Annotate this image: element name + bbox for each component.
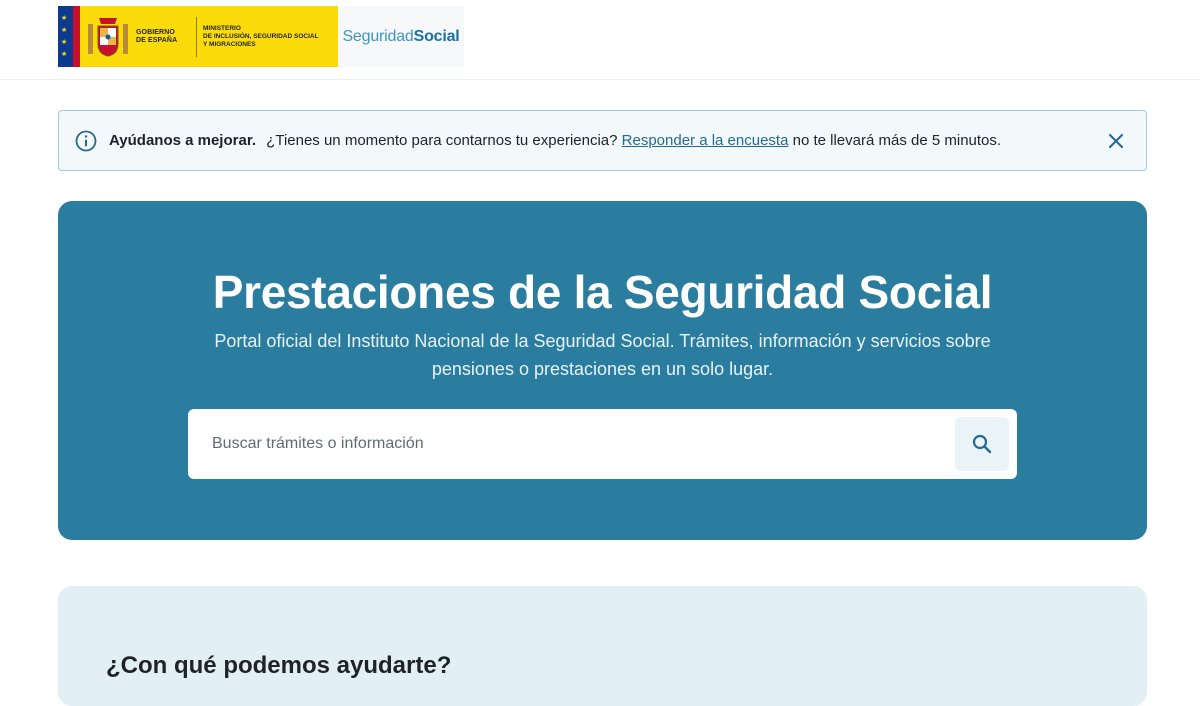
- search-bar: [188, 409, 1017, 479]
- gobierno-text: GOBIERNO DE ESPAÑA: [136, 28, 178, 44]
- government-logo[interactable]: ★ ★ ★ ★ GOBIERNO DE ESPAÑA MINISTERIO DE I: [58, 6, 338, 67]
- brand-part1: Seguridad: [342, 27, 414, 45]
- brand-part2: Social: [413, 27, 460, 45]
- page-title: Prestaciones de la Seguridad Social: [212, 266, 993, 318]
- close-icon: [1109, 133, 1123, 148]
- survey-time-note: no te llevará más de 5 minutos.: [792, 132, 1002, 149]
- close-banner-button[interactable]: [1104, 129, 1128, 153]
- survey-link[interactable]: Responder a la encuesta: [622, 132, 789, 149]
- search-button[interactable]: [955, 417, 1009, 471]
- hero-subtitle: Portal oficial del Instituto Nacional de…: [214, 331, 991, 379]
- survey-message: Ayúdanos a mejorar. ¿Tienes un momento p…: [109, 132, 1092, 149]
- search-input[interactable]: [212, 424, 955, 464]
- ministry-text: MINISTERIO DE INCLUSIÓN, SEGURIDAD SOCIA…: [203, 24, 319, 48]
- search-icon: [972, 434, 992, 454]
- survey-banner: Ayúdanos a mejorar. ¿Tienes un momento p…: [58, 110, 1147, 171]
- hero-section: Prestaciones de la Seguridad Social Port…: [58, 201, 1147, 540]
- seguridad-social-logo[interactable]: Seguridad Social: [338, 6, 464, 67]
- coat-of-arms-icon: [80, 6, 136, 67]
- survey-strong-text: Ayúdanos a mejorar.: [109, 132, 256, 149]
- info-icon: [75, 130, 97, 151]
- eu-flag-icon: ★ ★ ★ ★: [58, 6, 80, 67]
- help-section-title: ¿Con qué podemos ayudarte?: [106, 652, 452, 679]
- survey-question: ¿Tienes un momento para contarnos tu exp…: [266, 132, 618, 149]
- site-header: ★ ★ ★ ★ GOBIERNO DE ESPAÑA MINISTERIO DE I: [0, 0, 1200, 80]
- help-section: ¿Con qué podemos ayudarte?: [58, 586, 1147, 706]
- logo-divider: [196, 16, 197, 57]
